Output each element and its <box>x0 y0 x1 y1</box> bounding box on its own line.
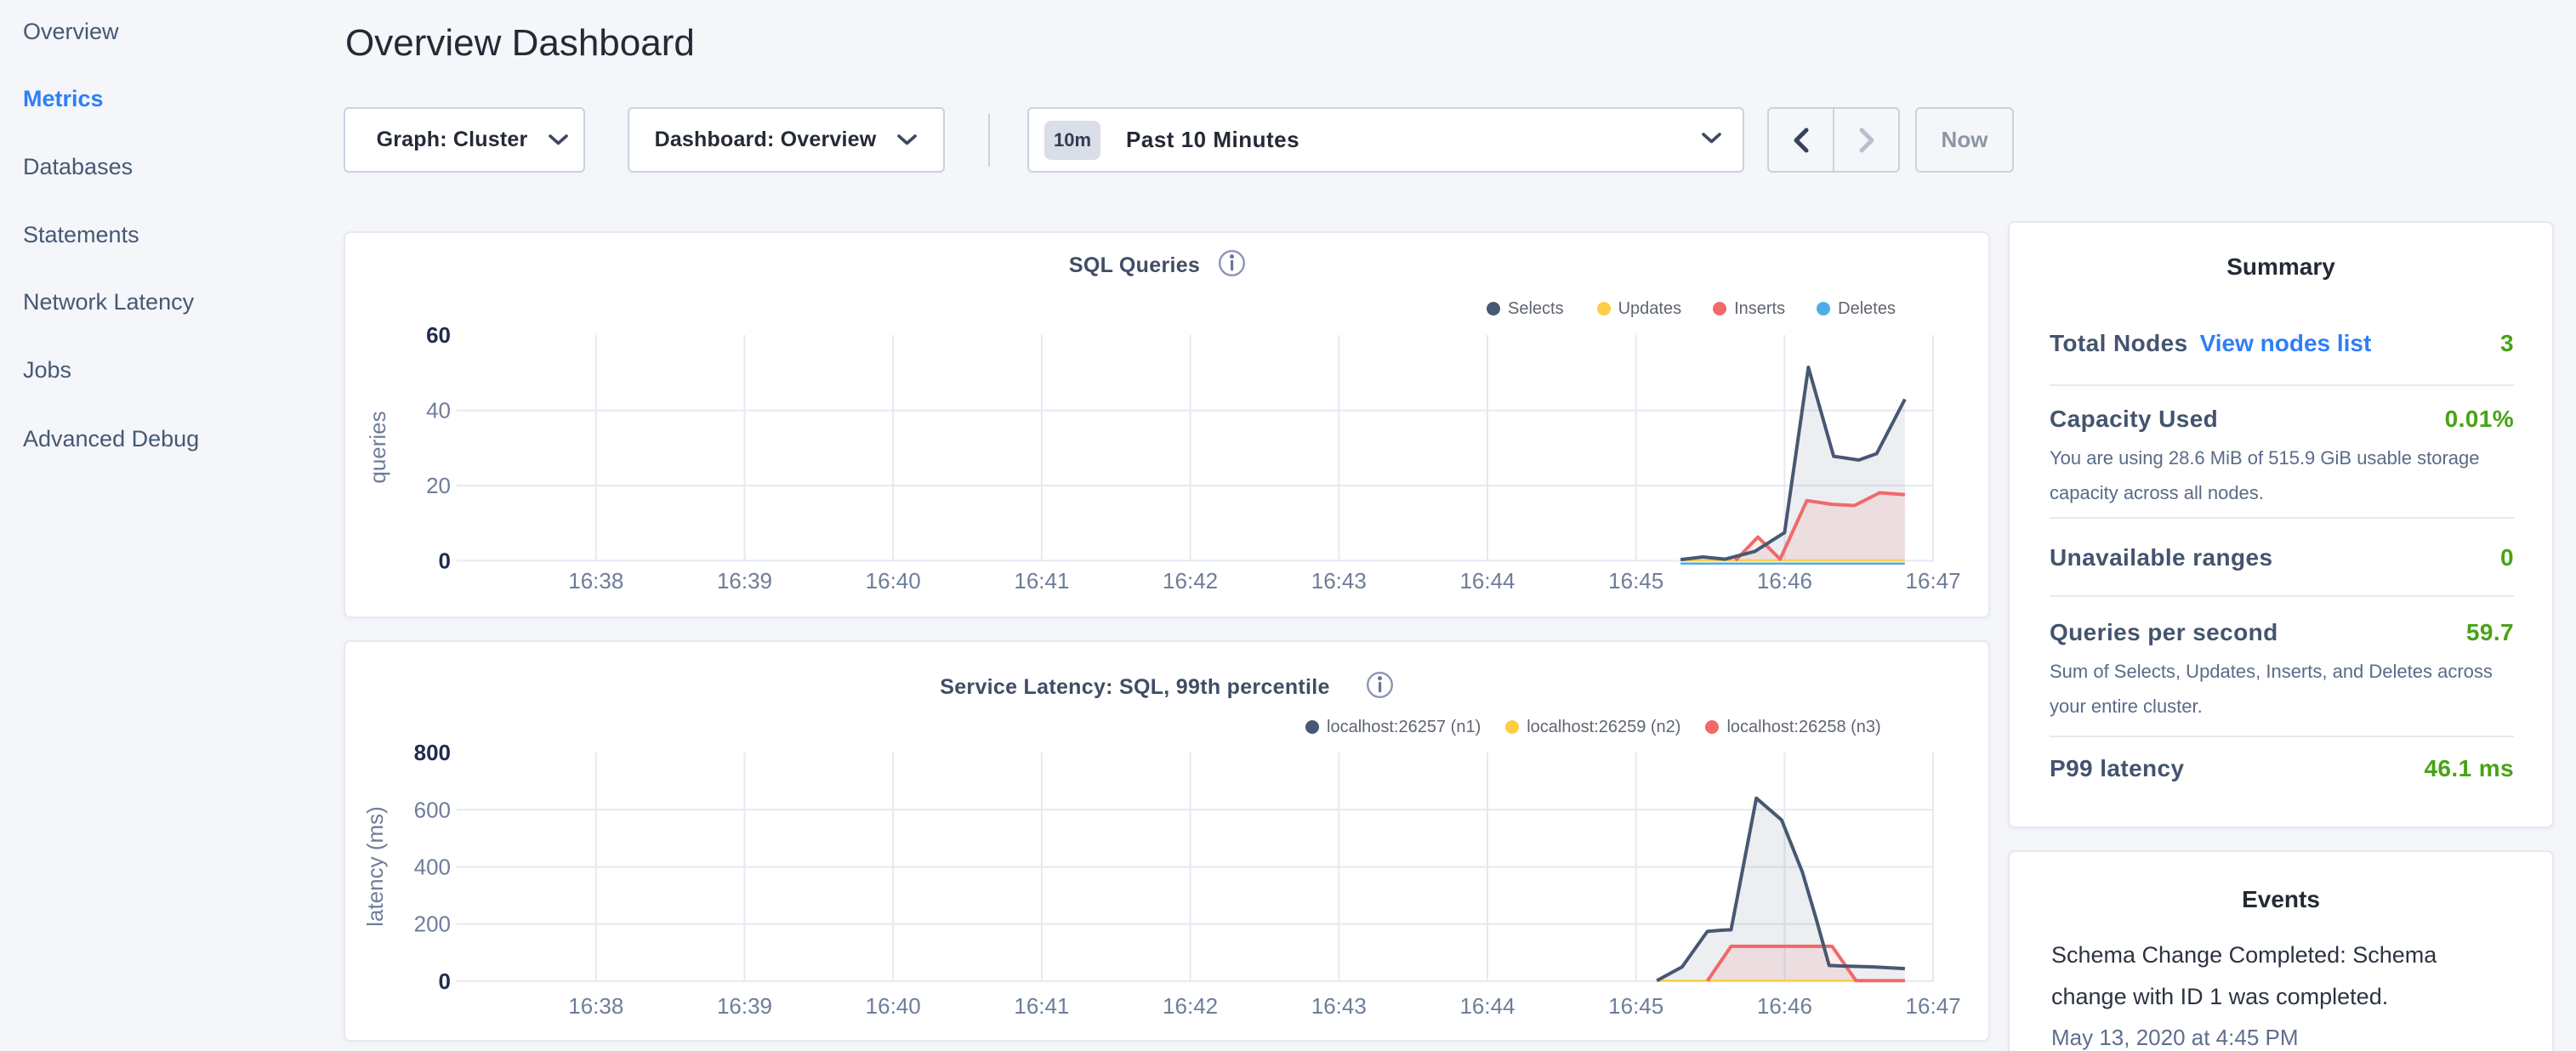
svg-text:16:47: 16:47 <box>1906 993 1961 1019</box>
svg-text:queries: queries <box>365 411 390 483</box>
svg-text:16:42: 16:42 <box>1163 993 1218 1019</box>
svg-text:16:44: 16:44 <box>1459 568 1515 594</box>
svg-text:latency (ms): latency (ms) <box>362 806 388 927</box>
svg-text:16:47: 16:47 <box>1906 568 1961 594</box>
svg-text:16:41: 16:41 <box>1014 993 1069 1019</box>
svg-text:16:42: 16:42 <box>1163 568 1218 594</box>
svg-text:16:43: 16:43 <box>1311 993 1367 1019</box>
svg-text:16:39: 16:39 <box>717 993 772 1019</box>
svg-text:16:45: 16:45 <box>1608 993 1663 1019</box>
svg-text:20: 20 <box>426 473 451 498</box>
svg-text:16:40: 16:40 <box>866 993 921 1019</box>
svg-text:200: 200 <box>414 912 451 937</box>
svg-text:16:38: 16:38 <box>568 993 623 1019</box>
svg-text:0: 0 <box>439 969 451 994</box>
svg-text:16:38: 16:38 <box>568 568 623 594</box>
svg-text:16:44: 16:44 <box>1459 993 1515 1019</box>
svg-text:800: 800 <box>414 740 451 765</box>
svg-text:16:46: 16:46 <box>1757 993 1812 1019</box>
svg-text:400: 400 <box>414 855 451 880</box>
svg-text:600: 600 <box>414 797 451 822</box>
svg-text:40: 40 <box>426 398 451 423</box>
svg-text:16:43: 16:43 <box>1311 568 1367 594</box>
svg-text:0: 0 <box>439 548 451 573</box>
svg-text:60: 60 <box>426 322 451 348</box>
svg-text:16:39: 16:39 <box>717 568 772 594</box>
svg-text:16:40: 16:40 <box>866 568 921 594</box>
svg-text:16:45: 16:45 <box>1608 568 1663 594</box>
svg-text:16:46: 16:46 <box>1757 568 1812 594</box>
svg-text:16:41: 16:41 <box>1014 568 1069 594</box>
